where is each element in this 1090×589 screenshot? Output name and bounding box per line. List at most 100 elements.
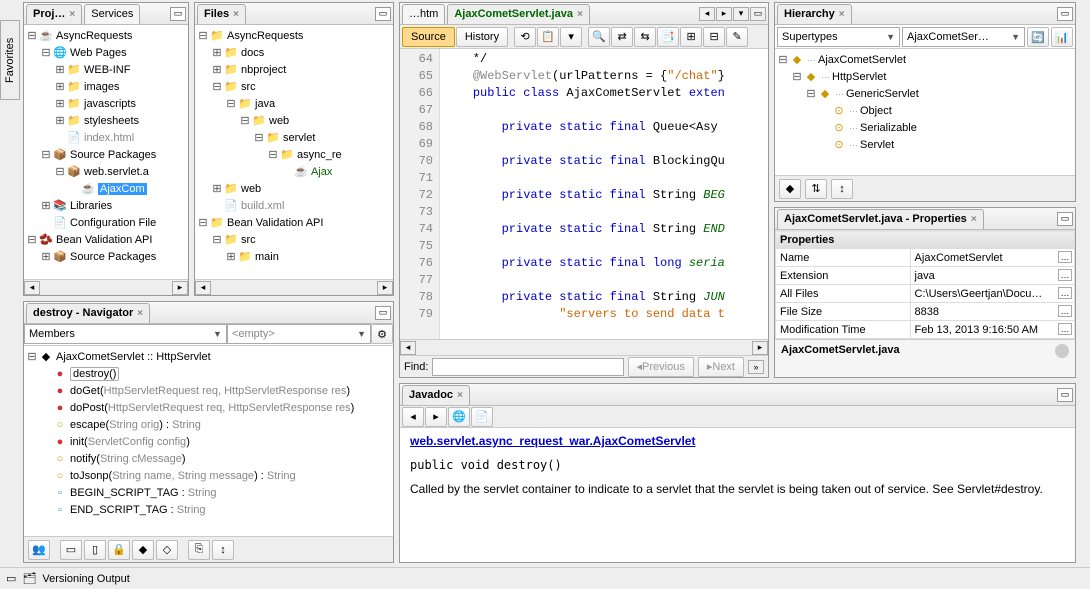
filter-button[interactable]: ⚙ <box>371 324 393 344</box>
tree-item[interactable]: ⊞📁WEB-INF <box>24 61 188 78</box>
tb-btn[interactable]: ▾ <box>560 27 582 47</box>
property-row[interactable]: Extensionjava… <box>776 267 1075 285</box>
close-icon[interactable]: × <box>577 9 583 20</box>
tree-item[interactable]: ⊟🌐Web Pages <box>24 44 188 61</box>
tree-item[interactable]: ⊟📁servlet <box>195 129 393 146</box>
open-browser-button[interactable]: 🌐 <box>448 407 470 427</box>
tree-item[interactable]: ⊟📦web.servlet.a <box>24 163 188 180</box>
tree-item[interactable]: ⊞📁docs <box>195 44 393 61</box>
maximize-button[interactable]: ▭ <box>750 7 766 21</box>
navigator-tree[interactable]: ⊟◆AjaxCometServlet :: HttpServlet ●destr… <box>24 346 393 536</box>
properties-table[interactable]: PropertiesNameAjaxCometServlet…Extension… <box>775 230 1075 339</box>
tree-item[interactable]: ⊟📁java <box>195 95 393 112</box>
nav-tb-btn[interactable]: ▯ <box>84 540 106 560</box>
nav-item[interactable]: ▫BEGIN_SCRIPT_TAG : String <box>24 484 393 501</box>
versioning-icon[interactable]: 🗂 <box>22 572 36 585</box>
editor-scroll-h[interactable]: ◂▸ <box>400 339 768 355</box>
minimize-button[interactable]: ▭ <box>1057 388 1073 402</box>
javadoc-class-link[interactable]: web.servlet.async_request_war.AjaxCometS… <box>410 434 695 448</box>
prev-tab-button[interactable]: ◂ <box>699 7 715 21</box>
tree-item[interactable]: ⊟📁async_re <box>195 146 393 163</box>
hierarchy-view-button[interactable]: 📊 <box>1051 27 1073 47</box>
tb-btn[interactable]: ⟲ <box>514 27 536 47</box>
hierarchy-item[interactable]: ⊟◆GenericServlet <box>775 85 1075 102</box>
hierarchy-item[interactable]: ⊙Servlet <box>775 136 1075 153</box>
tab-files[interactable]: Files× <box>197 4 246 24</box>
find-input[interactable] <box>432 358 623 376</box>
nav-tb-btn[interactable]: ◆ <box>132 540 154 560</box>
tree-item[interactable]: ⊞📁images <box>24 78 188 95</box>
find-more-button[interactable]: » <box>748 360 764 374</box>
members-combo[interactable]: Members▼ <box>24 324 227 344</box>
hierarchy-tree[interactable]: ⊟◆AjaxCometServlet⊟◆HttpServlet⊟◆Generic… <box>775 49 1075 175</box>
tree-item[interactable]: ⊟📁web <box>195 112 393 129</box>
tree-root[interactable]: ⊟📁AsyncRequests <box>195 27 393 44</box>
projects-tree[interactable]: ⊟☕AsyncRequests⊟🌐Web Pages⊞📁WEB-INF⊞📁ima… <box>24 25 188 279</box>
source-button[interactable]: Source <box>402 27 455 47</box>
scrollbar-h[interactable]: ◂▸ <box>195 279 393 295</box>
tb-btn[interactable]: ⇄ <box>611 27 633 47</box>
tab-properties[interactable]: AjaxCometServlet.java - Properties× <box>777 209 984 229</box>
tb-btn[interactable]: ✎ <box>726 27 748 47</box>
tb-btn[interactable]: 🔍 <box>588 27 610 47</box>
minimize-button[interactable]: ▭ <box>375 7 391 21</box>
tree-item[interactable]: ⊞📁web <box>195 180 393 197</box>
hier-tb-btn[interactable]: ⇅ <box>805 179 827 199</box>
tb-btn[interactable]: ⊟ <box>703 27 725 47</box>
nav-item[interactable]: ○notify(String cMessage) <box>24 450 393 467</box>
tab-projects[interactable]: Proj…× <box>26 4 82 24</box>
nav-tb-btn[interactable]: 🔒 <box>108 540 130 560</box>
property-row[interactable]: All FilesC:\Users\Geertjan\Docu…… <box>776 285 1075 303</box>
tree-item[interactable]: ⊞📁main <box>195 248 393 265</box>
open-source-button[interactable]: 📄 <box>471 407 493 427</box>
find-next-button[interactable]: ▸ Next <box>698 357 744 377</box>
help-icon[interactable] <box>1055 344 1069 358</box>
find-previous-button[interactable]: ◂ Previous <box>628 357 694 377</box>
property-row[interactable]: NameAjaxCometServlet… <box>776 249 1075 267</box>
tree-item[interactable]: 📄build.xml <box>195 197 393 214</box>
tb-btn[interactable]: ⇆ <box>634 27 656 47</box>
tree-item[interactable]: ⊟🫘Bean Validation API <box>24 231 188 248</box>
tb-btn[interactable]: ⊞ <box>680 27 702 47</box>
tab-navigator[interactable]: destroy - Navigator× <box>26 303 150 323</box>
tab-hierarchy[interactable]: Hierarchy× <box>777 4 852 24</box>
tree-item[interactable]: ⊟📁src <box>195 78 393 95</box>
tree-item[interactable]: ⊞📁nbproject <box>195 61 393 78</box>
close-icon[interactable]: × <box>137 308 143 319</box>
nav-tb-btn[interactable]: ◇ <box>156 540 178 560</box>
minimize-button[interactable]: ▭ <box>1057 7 1073 21</box>
tree-item[interactable]: ⊞📁stylesheets <box>24 112 188 129</box>
close-icon[interactable]: × <box>971 214 977 225</box>
back-button[interactable]: ◂ <box>402 407 424 427</box>
scrollbar-h[interactable]: ◂▸ <box>24 279 188 295</box>
nav-item[interactable]: ●destroy() <box>24 365 393 382</box>
hierarchy-item[interactable]: ⊟◆HttpServlet <box>775 68 1075 85</box>
next-tab-button[interactable]: ▸ <box>716 7 732 21</box>
favorites-tab[interactable]: Favorites <box>0 20 20 100</box>
tree-item[interactable]: ⊟📦Source Packages <box>24 146 188 163</box>
close-icon[interactable]: × <box>457 390 463 401</box>
close-icon[interactable]: × <box>839 9 845 20</box>
hierarchy-item[interactable]: ⊟◆AjaxCometServlet <box>775 51 1075 68</box>
tab-services[interactable]: Services <box>84 4 140 24</box>
output-icon[interactable]: ▭ <box>6 572 16 585</box>
nav-tb-btn[interactable]: ⎘ <box>188 540 210 560</box>
nav-tb-btn[interactable]: ↕ <box>212 540 234 560</box>
tree-item[interactable]: ⊟📁Bean Validation API <box>195 214 393 231</box>
versioning-output-label[interactable]: Versioning Output <box>42 573 129 585</box>
property-row[interactable]: File Size8838… <box>776 303 1075 321</box>
class-combo[interactable]: AjaxCometSer…▼ <box>902 27 1025 47</box>
tree-item[interactable]: ⊞📦Source Packages <box>24 248 188 265</box>
files-tree[interactable]: ⊟📁AsyncRequests⊞📁docs⊞📁nbproject⊟📁src⊟📁j… <box>195 25 393 279</box>
filter-combo[interactable]: <empty>▼ <box>227 324 371 344</box>
nav-item[interactable]: ●doGet(HttpServletRequest req, HttpServl… <box>24 382 393 399</box>
refresh-button[interactable]: 🔄 <box>1027 27 1049 47</box>
tree-item[interactable]: ⊞📁javascripts <box>24 95 188 112</box>
hierarchy-item[interactable]: ⊙Object <box>775 102 1075 119</box>
close-icon[interactable]: × <box>233 9 239 20</box>
editor-code[interactable]: */ @WebServlet(urlPatterns = {"/chat"} p… <box>440 49 768 339</box>
tree-item[interactable]: ☕AjaxCom <box>24 180 188 197</box>
history-button[interactable]: History <box>456 27 508 47</box>
nav-item[interactable]: ●doPost(HttpServletRequest req, HttpServ… <box>24 399 393 416</box>
nav-item[interactable]: ○toJsonp(String name, String message) : … <box>24 467 393 484</box>
